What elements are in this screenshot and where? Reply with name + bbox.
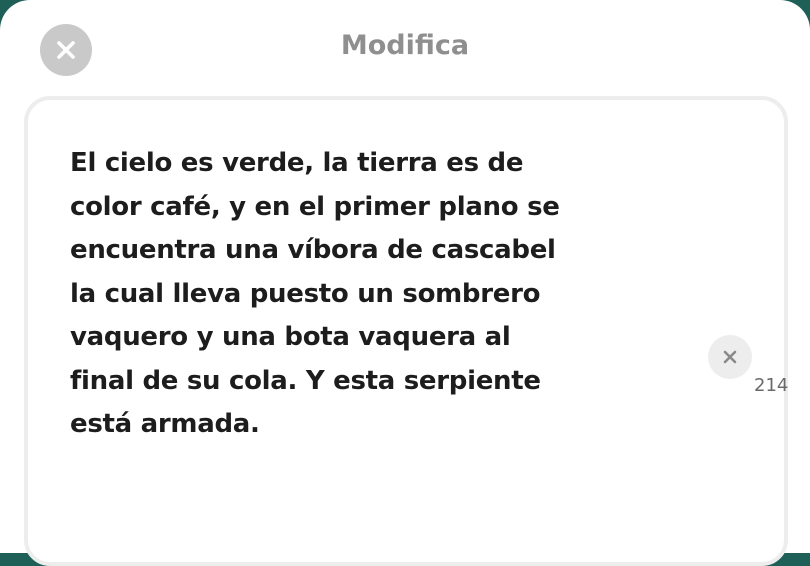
text-editor-card: El cielo es verde, la tierra es de color… (24, 96, 788, 566)
clear-text-button[interactable] (708, 335, 752, 379)
clear-icon (723, 350, 737, 364)
page-title: Modifica (340, 30, 470, 61)
description-textarea[interactable]: El cielo es verde, la tierra es de color… (70, 142, 630, 447)
edit-sheet: Modifica El cielo es verde, la tierra es… (0, 0, 810, 566)
character-counter: 214 (754, 375, 789, 396)
